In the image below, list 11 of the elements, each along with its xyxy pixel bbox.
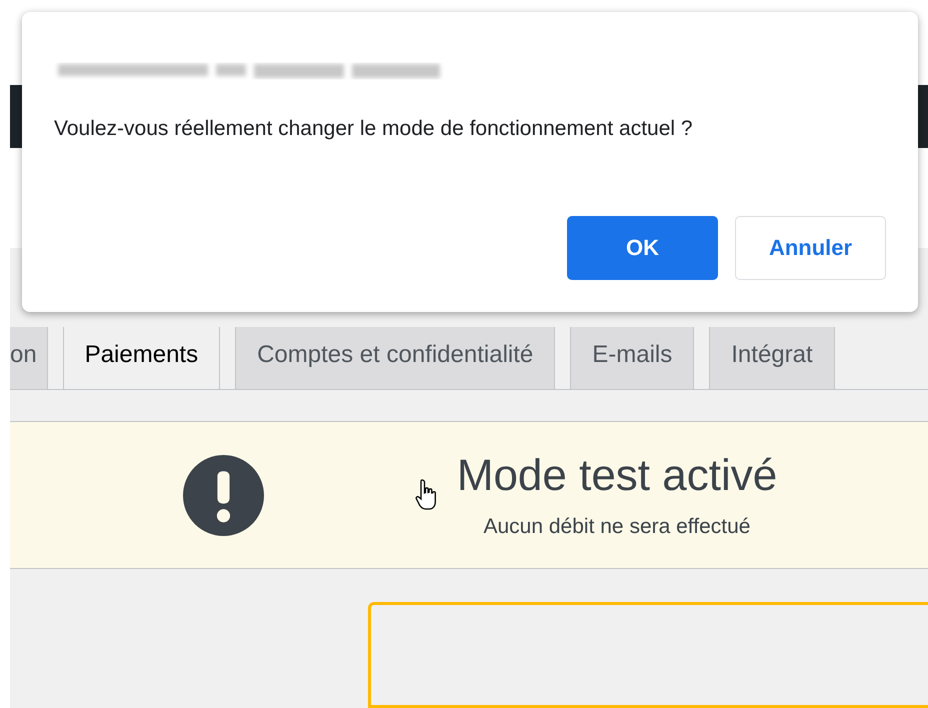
dialog-message: Voulez-vous réellement changer le mode de fonctionnement actuel ?	[54, 117, 694, 141]
tab[interactable]: E-mails	[570, 326, 694, 390]
notice-subtitle: Aucun débit ne sera effectué	[484, 515, 750, 540]
cancel-button[interactable]: Annuler	[735, 216, 886, 280]
tab[interactable]: Intégrat	[709, 326, 835, 390]
tab[interactable]: Paiements	[62, 326, 220, 390]
notice-title: Mode test activé	[456, 451, 778, 502]
tab[interactable]: on	[10, 326, 48, 390]
ok-button[interactable]: OK	[567, 216, 718, 280]
tab[interactable]: Comptes et confidentialité	[235, 326, 556, 390]
exclamation-icon	[182, 454, 264, 536]
